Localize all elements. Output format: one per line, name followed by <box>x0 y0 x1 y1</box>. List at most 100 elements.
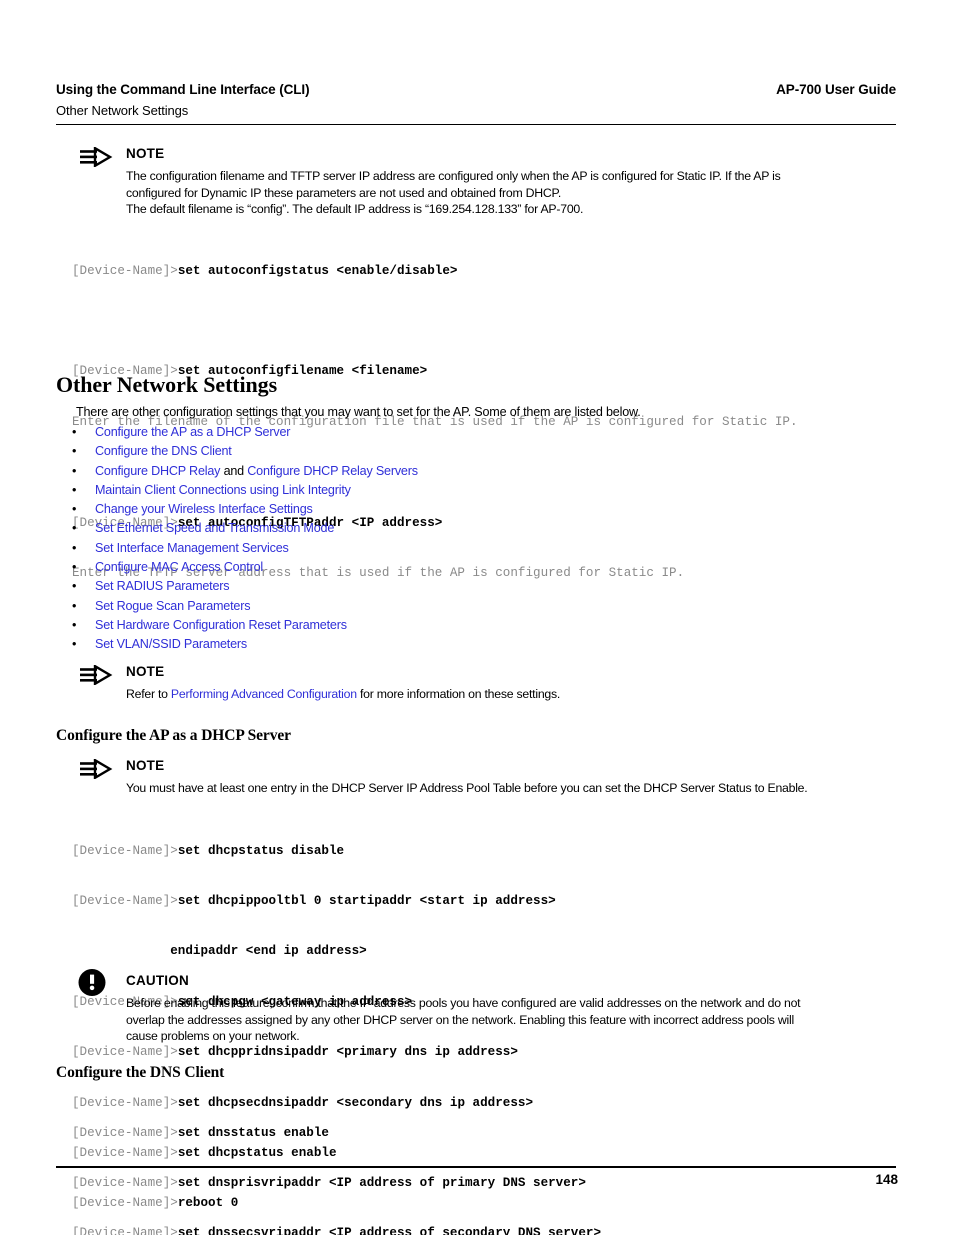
note-arrow-icon <box>80 758 114 780</box>
note-label: NOTE <box>126 664 165 679</box>
intro-paragraph: There are other configuration settings t… <box>76 405 641 419</box>
cli-command-continued: endipaddr <end ip address> <box>170 944 367 959</box>
bullet-icon: • <box>72 463 77 478</box>
caution-line-3: cause problems on your network. <box>126 1029 300 1043</box>
cli-prompt: [Device-Name]> <box>72 1045 178 1060</box>
cli-line: [Device-Name]>set dhcpippooltbl 0 starti… <box>72 893 556 910</box>
cli-continuation-line: endipaddr <end ip address> <box>72 943 556 960</box>
cli-line: [Device-Name]>set dhcppridnsipaddr <prim… <box>72 1044 556 1061</box>
bullet-icon: • <box>72 598 77 613</box>
cli-prompt: [Device-Name]> <box>72 843 178 858</box>
settings-link-list: • Configure the AP as a DHCP Server • Co… <box>72 425 772 657</box>
caution-exclamation-icon <box>78 968 112 996</box>
list-item: • Configure the AP as a DHCP Server <box>72 425 772 444</box>
document-page: Using the Command Line Interface (CLI) A… <box>0 0 954 1235</box>
bullet-icon: • <box>72 482 77 497</box>
note-line-3: The default filename is “config”. The de… <box>126 202 584 216</box>
cli-prompt: [Device-Name]> <box>72 263 178 278</box>
note-label: NOTE <box>126 146 165 161</box>
link-set-interface-management-services[interactable]: Set Interface Management Services <box>95 541 289 555</box>
cli-command: set dhcpippooltbl 0 startipaddr <start i… <box>177 893 556 908</box>
list-item-text: Configure the AP as a DHCP Server <box>95 425 290 439</box>
list-item-conjunction: and <box>220 463 248 478</box>
cli-prompt: [Device-Name]> <box>72 1226 178 1235</box>
list-item-text: Set RADIUS Parameters <box>95 579 230 593</box>
link-configure-dns-client[interactable]: Configure the DNS Client <box>95 444 232 458</box>
list-item-text: Set Rogue Scan Parameters <box>95 599 251 613</box>
list-item: • Configure DHCP Relay and Configure DHC… <box>72 464 772 483</box>
cli-prompt: [Device-Name]> <box>72 1175 178 1190</box>
caution-label: CAUTION <box>126 973 189 988</box>
cli-line: [Device-Name]>set dnsstatus enable <box>72 1125 601 1142</box>
note-body: Refer to Performing Advanced Configurati… <box>126 686 560 703</box>
bullet-icon: • <box>72 521 77 536</box>
note-line: You must have at least one entry in the … <box>126 781 808 795</box>
list-item-text: Maintain Client Connections using Link I… <box>95 483 351 497</box>
list-item-text: Configure the DNS Client <box>95 444 232 458</box>
link-configure-ap-as-dhcp-server[interactable]: Configure the AP as a DHCP Server <box>95 425 290 439</box>
link-maintain-client-connections[interactable]: Maintain Client Connections using Link I… <box>95 483 351 497</box>
bullet-icon: • <box>72 502 77 517</box>
cli-command: set dhcppridnsipaddr <primary dns ip add… <box>177 1045 518 1060</box>
header-chapter-title: Using the Command Line Interface (CLI) <box>56 82 310 97</box>
bullet-icon: • <box>72 444 77 459</box>
page-number: 148 <box>875 1172 898 1187</box>
note-line: Refer to Performing Advanced Configurati… <box>126 686 560 703</box>
bullet-icon: • <box>72 425 77 439</box>
list-item: • Maintain Client Connections using Link… <box>72 483 772 502</box>
cli-command: set dnsstatus enable <box>177 1125 329 1140</box>
list-item: • Set VLAN/SSID Parameters <box>72 637 772 656</box>
caution-line-1: Before enabling this feature, confirm th… <box>126 996 801 1010</box>
cli-spacer <box>72 313 798 330</box>
link-configure-dhcp-relay-servers[interactable]: Configure DHCP Relay Servers <box>247 464 418 478</box>
cli-command: set dnsprisvripaddr <IP address of prima… <box>177 1175 586 1190</box>
note-arrow-icon <box>80 664 114 686</box>
note-line-2: configured for Dynamic IP these paramete… <box>126 185 562 200</box>
list-item: • Configure the DNS Client <box>72 444 772 463</box>
link-set-vlan-ssid-parameters[interactable]: Set VLAN/SSID Parameters <box>95 637 247 651</box>
note-arrow-icon <box>80 146 114 168</box>
cli-line: [Device-Name]>set autoconfigstatus <enab… <box>72 263 798 280</box>
cli-block-dns-client: [Device-Name]>set dnsstatus enable [Devi… <box>72 1091 601 1235</box>
cli-prompt: [Device-Name]> <box>72 1125 178 1140</box>
link-configure-dhcp-relay[interactable]: Configure DHCP Relay <box>95 464 220 478</box>
list-item: • Set Ethernet Speed and Transmission Mo… <box>72 521 772 540</box>
list-item: • Configure MAC Access Control <box>72 560 772 579</box>
list-item: • Set Interface Management Services <box>72 541 772 560</box>
list-item-text: Configure DHCP Relay and Configure DHCP … <box>95 464 418 478</box>
note-body: You must have at least one entry in the … <box>126 780 808 797</box>
cli-command: set autoconfigstatus <enable/disable> <box>177 263 458 278</box>
header-section-subtitle: Other Network Settings <box>56 103 189 118</box>
link-set-ethernet-speed[interactable]: Set Ethernet Speed and Transmission Mode <box>95 521 334 535</box>
link-change-wireless-interface-settings[interactable]: Change your Wireless Interface Settings <box>95 502 313 516</box>
header-divider <box>56 124 896 125</box>
link-performing-advanced-configuration[interactable]: Performing Advanced Configuration <box>171 687 357 701</box>
section-heading-dhcp-server: Configure the AP as a DHCP Server <box>56 727 291 744</box>
bullet-icon: • <box>72 637 77 652</box>
section-heading-dns-client: Configure the DNS Client <box>56 1064 225 1081</box>
header-guide-title: AP-700 User Guide <box>776 82 896 97</box>
bullet-icon: • <box>72 579 77 594</box>
list-item-text: Set VLAN/SSID Parameters <box>95 637 247 651</box>
cli-line: [Device-Name]>set dnssecsvripaddr <IP ad… <box>72 1225 601 1235</box>
list-item: • Set RADIUS Parameters <box>72 579 772 598</box>
note-body: The configuration filename and TFTP serv… <box>126 168 781 218</box>
cli-prompt: [Device-Name]> <box>72 893 178 908</box>
list-item: • Change your Wireless Interface Setting… <box>72 502 772 521</box>
cli-command: set dnssecsvripaddr <IP address of secon… <box>177 1226 602 1235</box>
bullet-icon: • <box>72 560 77 575</box>
link-set-rogue-scan-parameters[interactable]: Set Rogue Scan Parameters <box>95 599 251 613</box>
link-set-radius-parameters[interactable]: Set RADIUS Parameters <box>95 579 230 593</box>
list-item-text: Set Hardware Configuration Reset Paramet… <box>95 618 347 632</box>
note-text-before: Refer to <box>126 687 171 701</box>
note-line-1: The configuration filename and TFTP serv… <box>126 169 781 183</box>
list-item-text: Configure MAC Access Control <box>95 560 263 574</box>
link-configure-mac-access-control[interactable]: Configure MAC Access Control <box>95 560 263 574</box>
list-item-text: Set Ethernet Speed and Transmission Mode <box>95 521 334 535</box>
bullet-icon: • <box>72 540 77 555</box>
list-item-text: Change your Wireless Interface Settings <box>95 502 313 516</box>
footer-divider <box>56 1166 896 1168</box>
link-set-hardware-config-reset[interactable]: Set Hardware Configuration Reset Paramet… <box>95 618 347 632</box>
caution-body: Before enabling this feature, confirm th… <box>126 995 801 1045</box>
bullet-icon: • <box>72 617 77 632</box>
